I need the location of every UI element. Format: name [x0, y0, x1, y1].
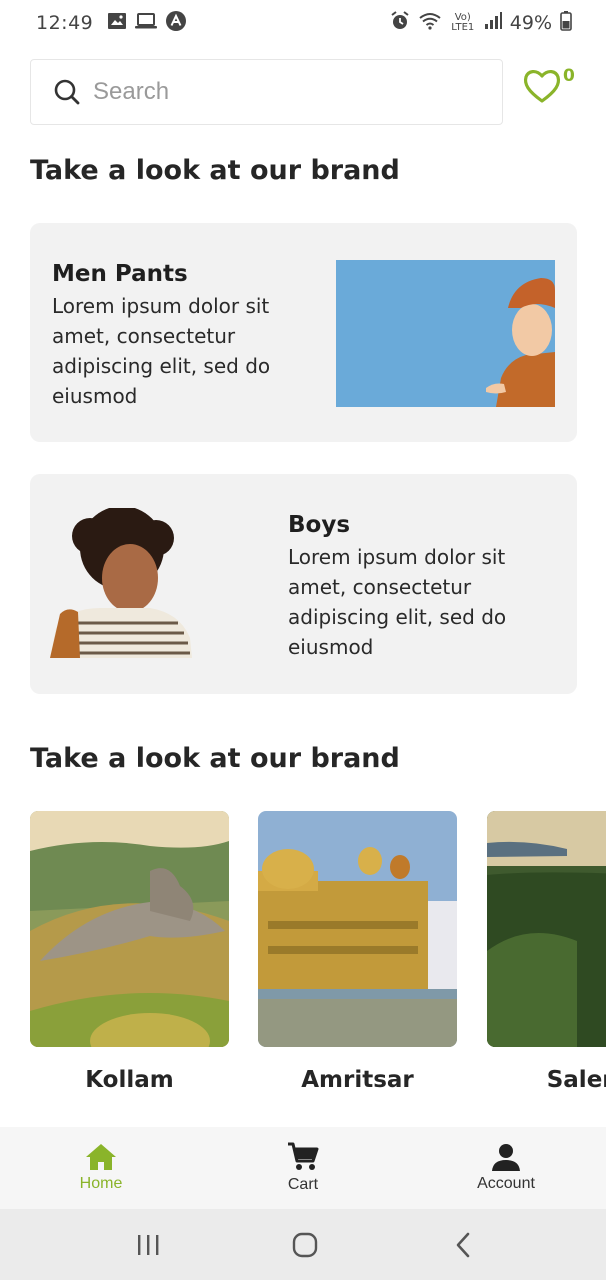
brand-card-men-pants[interactable]: Men Pants Lorem ipsum dolor sit amet, co…	[30, 223, 577, 442]
account-icon	[492, 1144, 520, 1171]
system-nav-bar	[0, 1209, 606, 1280]
battery-icon	[560, 10, 572, 36]
search-icon	[54, 79, 80, 105]
nav-label: Cart	[287, 1176, 319, 1193]
battery-percent: 49%	[509, 12, 552, 34]
card-title: Boys	[288, 512, 351, 538]
bottom-nav: Home Cart Account	[0, 1127, 606, 1209]
home-icon	[86, 1144, 116, 1170]
amritsar-image	[258, 811, 457, 1047]
section-title: Take a look at our brand	[30, 743, 400, 774]
nav-cart[interactable]: Cart	[233, 1127, 373, 1209]
gallery-icon	[107, 12, 127, 35]
recent-apps-button[interactable]	[118, 1229, 178, 1261]
network-label: Vo) LTE1	[451, 12, 475, 33]
place-name: Salem	[546, 1067, 606, 1093]
status-time: 12:49	[36, 12, 94, 34]
search-input[interactable]: Search	[30, 59, 503, 125]
back-button[interactable]	[433, 1229, 493, 1261]
salem-image	[487, 811, 606, 1047]
card-title: Men Pants	[52, 261, 188, 287]
card-description: Lorem ipsum dolor sit amet, consectetur …	[288, 545, 507, 659]
wishlist-count: 0	[563, 66, 575, 86]
recent-apps-icon	[138, 1235, 159, 1255]
home-system-button[interactable]	[275, 1229, 335, 1261]
nav-account[interactable]: Account	[436, 1127, 576, 1209]
wifi-icon	[418, 12, 442, 35]
signal-icon	[484, 11, 502, 35]
kollam-image	[30, 811, 229, 1047]
back-icon	[456, 1232, 470, 1258]
heart-icon	[523, 70, 561, 103]
nav-home[interactable]: Home	[31, 1127, 171, 1209]
brand-card-boys[interactable]: Boys Lorem ipsum dolor sit amet, consect…	[30, 474, 577, 694]
place-card-salem[interactable]: Salem	[487, 811, 606, 1093]
status-bar: 12:49 Vo) LTE1 49%	[0, 0, 606, 46]
place-card-amritsar[interactable]: Amritsar	[258, 811, 457, 1093]
place-name: Kollam	[85, 1067, 174, 1093]
cart-icon	[288, 1142, 319, 1170]
men-pants-image	[336, 260, 555, 407]
search-placeholder: Search	[93, 78, 170, 105]
nav-label: Account	[477, 1175, 535, 1192]
place-name: Amritsar	[301, 1067, 414, 1093]
places-carousel[interactable]: Kollam Amritsar Sale	[30, 811, 606, 1111]
card-description: Lorem ipsum dolor sit amet, consectetur …	[52, 294, 271, 408]
app-notification-icon	[165, 10, 187, 37]
nav-label: Home	[79, 1175, 123, 1192]
place-card-kollam[interactable]: Kollam	[30, 811, 229, 1093]
section-title: Take a look at our brand	[30, 155, 400, 186]
home-circle-icon	[292, 1232, 318, 1258]
boys-image	[50, 508, 192, 658]
alarm-icon	[390, 10, 410, 36]
laptop-icon	[135, 12, 158, 35]
